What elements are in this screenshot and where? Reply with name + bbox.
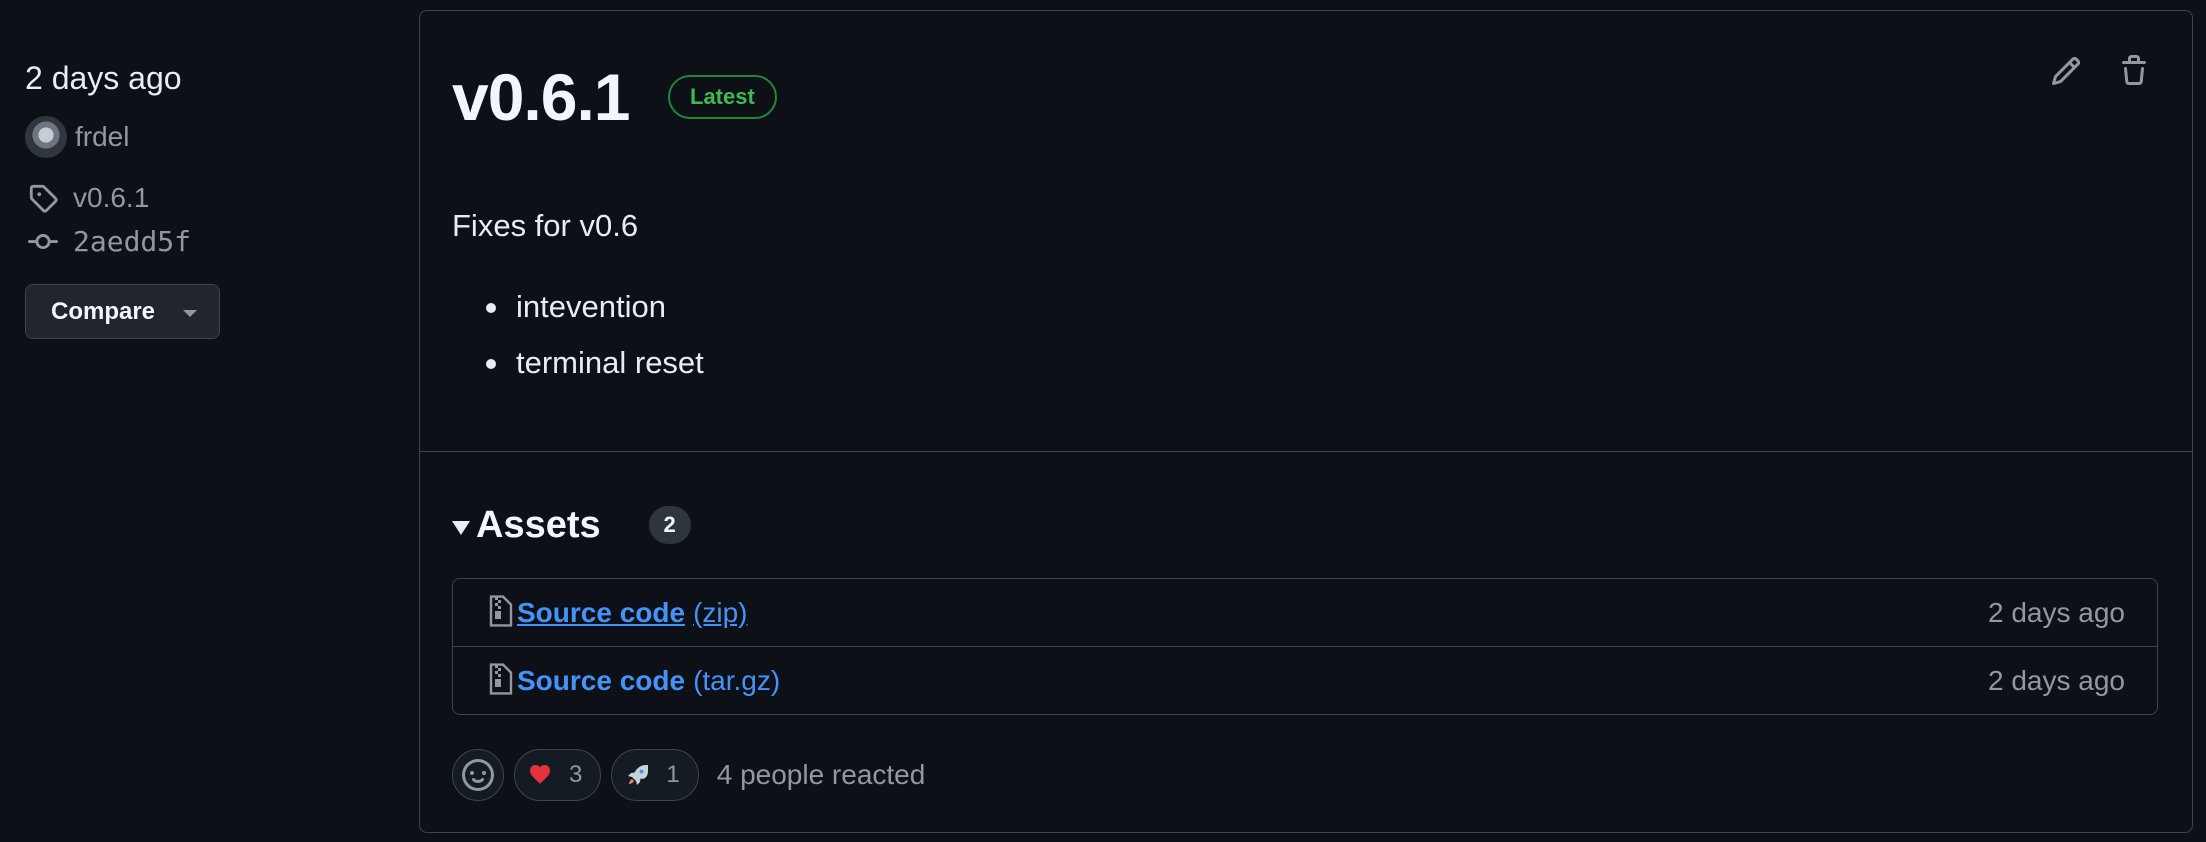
asset-name[interactable]: Source code — [517, 597, 685, 628]
commit-link[interactable]: 2aedd5f — [25, 224, 385, 260]
asset-time: 2 days ago — [1988, 596, 2125, 628]
list-item: Source code (zip) 2 days ago — [453, 579, 2157, 646]
triangle-down-icon — [452, 521, 470, 535]
release-card: v0.6.1 Latest Fixes for v0.6 intevention… — [419, 10, 2193, 833]
pencil-icon[interactable] — [2046, 51, 2086, 91]
reaction-rocket-button[interactable]: 1 — [611, 749, 699, 801]
asset-ext[interactable]: (zip) — [693, 597, 747, 628]
release-notes-heading: Fixes for v0.6 — [452, 208, 639, 243]
reaction-count: 1 — [666, 761, 680, 788]
tag-icon — [25, 180, 61, 216]
reactions-bar: 3 1 4 people reacted — [452, 749, 925, 801]
compare-label: Compare — [51, 297, 156, 325]
release-header: v0.6.1 Latest Fixes for v0.6 intevention… — [420, 11, 2192, 452]
release-notes-list: intevention terminal reset — [452, 279, 704, 391]
author-link[interactable]: frdel — [25, 116, 385, 158]
heart-icon — [529, 763, 553, 787]
release-date: 2 days ago — [25, 60, 182, 96]
reaction-heart-button[interactable]: 3 — [514, 749, 602, 801]
assets-count-badge: 2 — [648, 506, 691, 544]
list-item: intevention — [452, 279, 704, 335]
asset-ext[interactable]: (tar.gz) — [693, 665, 780, 696]
chevron-down-icon — [183, 310, 197, 317]
list-item: terminal reset — [452, 335, 704, 391]
reaction-count: 3 — [569, 761, 583, 788]
assets-title: Assets — [476, 504, 601, 546]
assets-toggle[interactable]: Assets 2 — [452, 501, 691, 549]
add-reaction-button[interactable] — [452, 749, 504, 801]
rocket-icon — [626, 763, 650, 787]
latest-badge: Latest — [668, 75, 777, 119]
asset-name[interactable]: Source code — [517, 665, 685, 696]
author-name[interactable]: frdel — [75, 119, 129, 155]
tag-name[interactable]: v0.6.1 — [73, 180, 149, 216]
file-zip-icon — [487, 663, 513, 695]
asset-link-tar-gz[interactable]: Source code (tar.gz) — [517, 665, 780, 697]
trash-icon[interactable] — [2114, 51, 2154, 91]
list-item: Source code (tar.gz) 2 days ago — [453, 646, 2157, 714]
tag-link[interactable]: v0.6.1 — [25, 180, 385, 216]
commit-hash[interactable]: 2aedd5f — [73, 224, 191, 260]
commit-icon — [25, 224, 61, 260]
release-sidebar: 2 days ago frdel v0.6.1 2aedd5f Compare — [25, 58, 385, 339]
asset-time: 2 days ago — [1988, 664, 2125, 696]
assets-list: Source code (zip) 2 days ago Source code (… — [452, 578, 2158, 715]
release-title[interactable]: v0.6.1 — [452, 57, 630, 137]
compare-button[interactable]: Compare — [25, 284, 220, 339]
smiley-icon — [462, 759, 494, 791]
reactions-summary: 4 people reacted — [716, 759, 926, 790]
avatar[interactable] — [25, 116, 67, 158]
file-zip-icon — [487, 595, 513, 627]
asset-link-zip[interactable]: Source code (zip) — [517, 597, 748, 629]
